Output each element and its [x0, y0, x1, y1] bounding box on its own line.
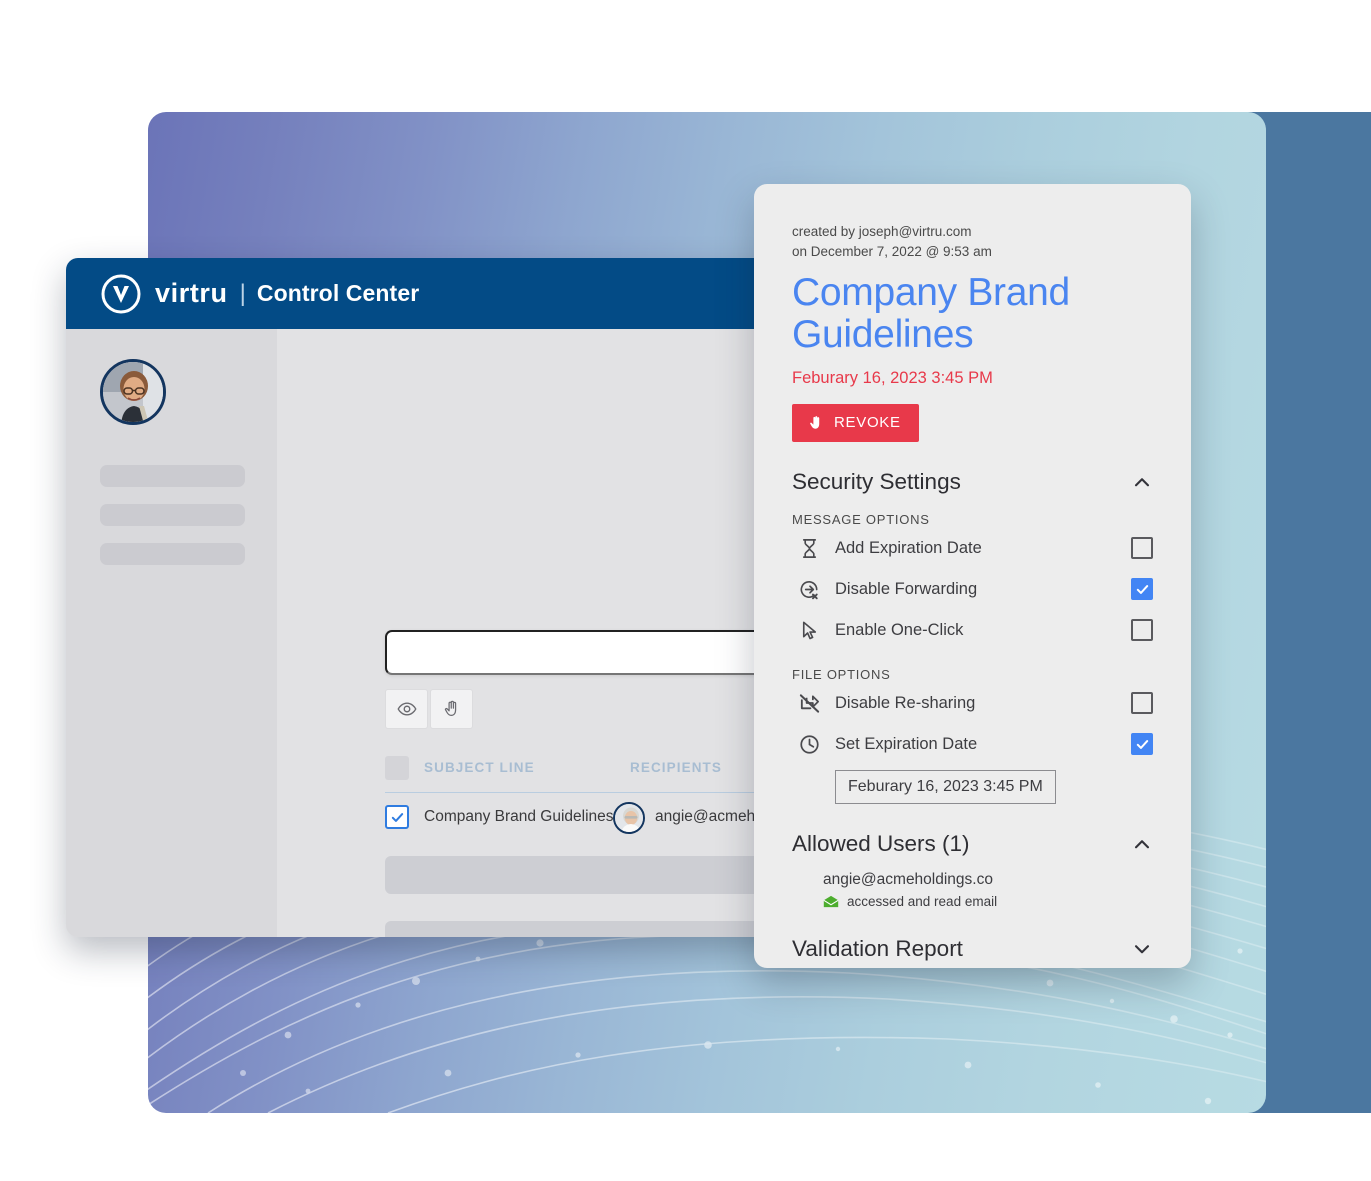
section-header-security-settings[interactable]: Security Settings: [792, 469, 1153, 495]
option-row-add-expiration-date[interactable]: Add Expiration Date: [792, 529, 1153, 568]
section-title: Allowed Users (1): [792, 830, 970, 856]
allowed-user-status: accessed and read email: [823, 894, 1153, 909]
option-checkbox[interactable]: [1131, 619, 1153, 642]
option-row-disable-re-sharing[interactable]: Disable Re-sharing: [792, 684, 1153, 723]
section-header-allowed-users[interactable]: Allowed Users (1): [792, 831, 1153, 857]
section-header-validation-report[interactable]: Validation Report: [792, 936, 1153, 962]
expiration-date-field[interactable]: Feburary 16, 2023 3:45 PM: [835, 769, 1056, 804]
recipient-avatar: [613, 802, 645, 834]
revoke-button[interactable]: REVOKE: [792, 403, 919, 442]
forward-disabled-icon: [794, 576, 824, 602]
user-photo-avatar: [103, 362, 163, 422]
option-row-disable-forwarding[interactable]: Disable Forwarding: [792, 570, 1153, 609]
clock-icon: [794, 731, 824, 757]
option-label: Enable One-Click: [835, 620, 964, 639]
section-title: Security Settings: [792, 468, 961, 494]
envelope-open-icon: [823, 895, 839, 907]
option-label: Add Expiration Date: [835, 538, 982, 557]
row-subject-line: Company Brand Guidelines: [424, 808, 614, 825]
group-label-message-options: MESSAGE OPTIONS: [792, 511, 930, 527]
navbar-separator: |: [239, 279, 246, 307]
section-title: Validation Report: [792, 935, 963, 961]
option-row-enable-one-click[interactable]: Enable One-Click: [792, 611, 1153, 650]
product-name: Control Center: [256, 280, 420, 306]
sidebar-item-placeholder[interactable]: [100, 504, 245, 526]
hourglass-icon: [794, 535, 824, 561]
option-checkbox[interactable]: [1131, 692, 1153, 715]
option-label: Disable Re-sharing: [835, 693, 976, 712]
eye-icon: [396, 702, 417, 716]
cursor-icon: [794, 617, 824, 643]
check-icon: [1136, 739, 1148, 749]
share-off-icon: [794, 690, 824, 716]
hand-icon: [444, 700, 456, 716]
created-on-text: on December 7, 2022 @ 9:53 am: [792, 243, 992, 259]
select-all-checkbox[interactable]: [385, 756, 409, 780]
recipient-photo-avatar: [615, 804, 643, 832]
column-header-subject: SUBJECT LINE: [424, 760, 535, 775]
brand-name: virtru: [155, 278, 228, 308]
revoke-button-label: REVOKE: [834, 414, 901, 432]
option-checkbox[interactable]: [1131, 537, 1153, 560]
option-label: Disable Forwarding: [835, 579, 978, 598]
option-checkbox[interactable]: [1131, 578, 1153, 601]
virtru-logo-icon: [101, 274, 141, 313]
allowed-user-item: angie@acmeholdings.co accessed and read …: [792, 871, 1153, 909]
option-label: Set Expiration Date: [835, 734, 978, 753]
check-icon: [391, 812, 403, 822]
detail-panel: created by joseph@virtru.com on December…: [754, 184, 1191, 968]
expiry-date-label: Feburary 16, 2023 3:45 PM: [792, 368, 993, 387]
page-title: Company Brand Guidelines: [792, 271, 1070, 356]
avatar: [100, 359, 166, 425]
option-checkbox[interactable]: [1131, 733, 1153, 756]
column-header-recipients: RECIPIENTS: [630, 760, 723, 775]
preview-button[interactable]: [385, 689, 428, 729]
row-checkbox[interactable]: [385, 805, 409, 829]
revoke-button[interactable]: [430, 689, 473, 729]
status-text: accessed and read email: [847, 893, 998, 909]
group-label-file-options: FILE OPTIONS: [792, 666, 891, 682]
option-row-set-expiration-date[interactable]: Set Expiration Date: [792, 725, 1153, 764]
chevron-up-icon: [1134, 839, 1150, 848]
sidebar-item-placeholder[interactable]: [100, 543, 245, 565]
chevron-up-icon: [1134, 477, 1150, 486]
sidebar: [66, 329, 277, 937]
allowed-user-email: angie@acmeholdings.co: [823, 870, 993, 888]
check-icon: [1136, 584, 1148, 594]
sidebar-item-placeholder[interactable]: [100, 465, 245, 487]
created-by-text: created by joseph@virtru.com: [792, 224, 972, 239]
hand-icon: [810, 415, 820, 429]
chevron-down-icon: [1134, 944, 1150, 953]
screenshot-root: virtru | Control Center SUBJECT LINE REC…: [0, 0, 1371, 1181]
